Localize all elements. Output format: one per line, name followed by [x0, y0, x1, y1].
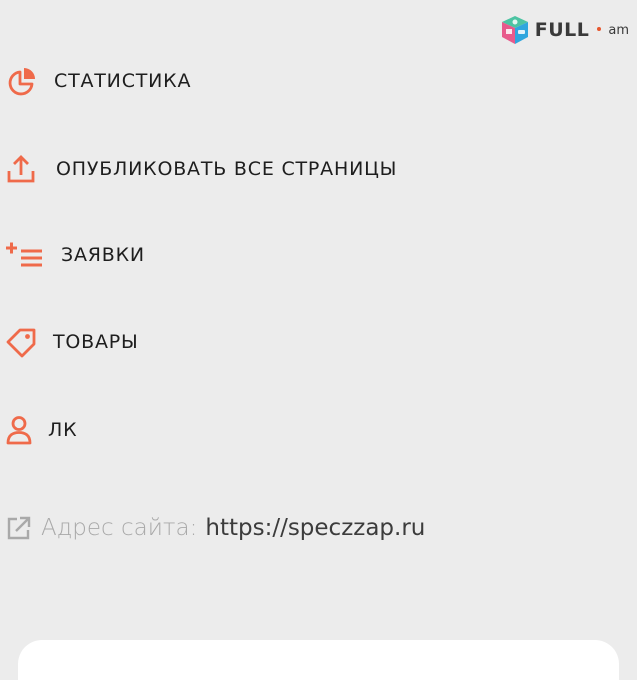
full-am-watermark: FULL am	[499, 14, 629, 46]
menu-item-label: ЛК	[48, 419, 78, 441]
user-icon	[6, 416, 32, 445]
full-am-logo-icon	[501, 16, 528, 44]
menu-item-label: ОПУБЛИКОВАТЬ ВСЕ СТРАНИЦЫ	[56, 158, 398, 180]
site-address-label: Адрес сайта:	[41, 515, 198, 541]
add-list-icon	[6, 242, 42, 267]
menu-item-requests[interactable]: ЗАЯВКИ	[0, 235, 170, 275]
watermark-dot	[597, 27, 602, 31]
external-link-icon[interactable]	[6, 515, 32, 541]
menu-item-label: ТОВАРЫ	[53, 331, 139, 353]
menu-item-account[interactable]: ЛК	[0, 410, 100, 450]
watermark-brand: FULL	[534, 19, 590, 41]
menu-item-statistics[interactable]: СТАТИСТИКА	[0, 61, 210, 101]
upload-icon	[7, 155, 35, 183]
watermark-suffix: am	[608, 22, 629, 38]
pie-chart-icon	[8, 68, 35, 96]
bottom-card	[18, 640, 619, 680]
site-address-row: Адрес сайта: https://speczzap.ru	[6, 515, 425, 541]
menu-item-label: СТАТИСТИКА	[54, 70, 192, 92]
menu-item-label: ЗАЯВКИ	[61, 244, 145, 266]
menu-item-publish-all[interactable]: ОПУБЛИКОВАТЬ ВСЕ СТРАНИЦЫ	[0, 149, 410, 189]
tag-icon	[6, 328, 36, 358]
site-url-link[interactable]: https://speczzap.ru	[205, 515, 425, 541]
menu-item-products[interactable]: ТОВАРЫ	[0, 322, 160, 362]
